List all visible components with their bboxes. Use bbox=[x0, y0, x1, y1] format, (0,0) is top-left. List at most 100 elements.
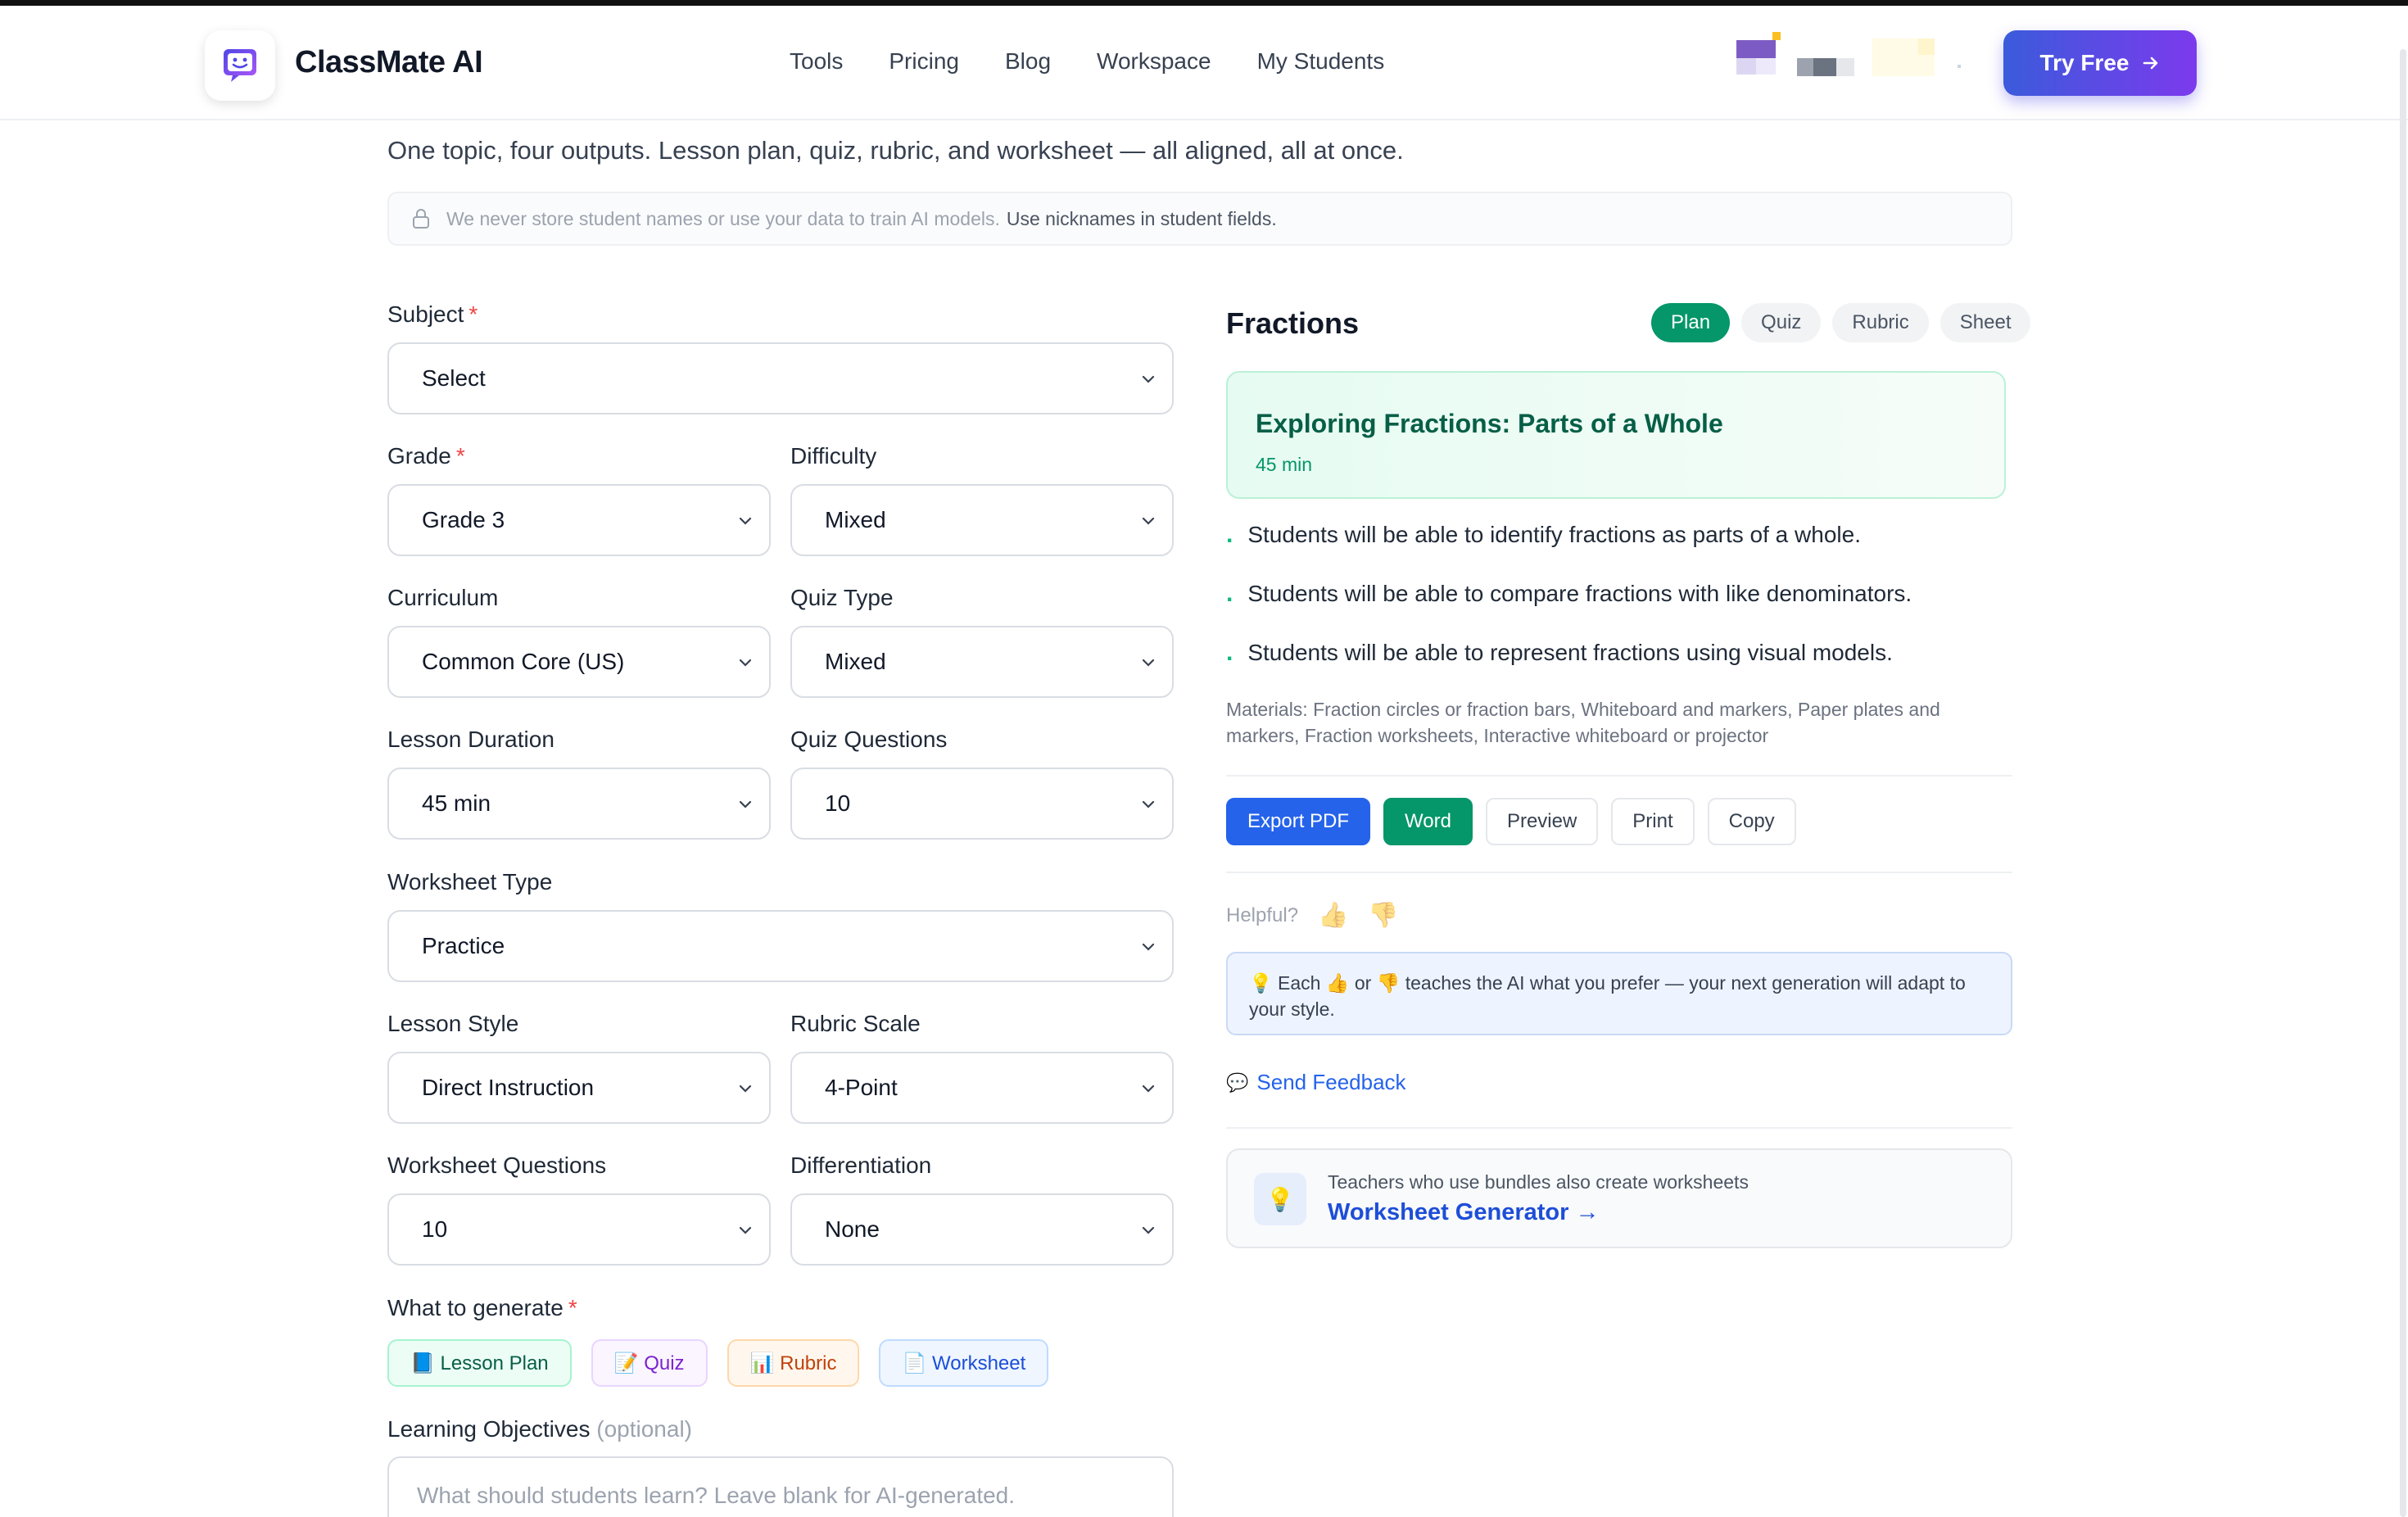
thumbs-down-icon[interactable]: 👎 bbox=[1368, 901, 1398, 930]
nav-blog[interactable]: Blog bbox=[1005, 48, 1051, 75]
chevron-down-icon bbox=[1142, 943, 1155, 951]
worksheet-type-label: Worksheet Type bbox=[387, 869, 553, 894]
lesson-plan-card: Exploring Fractions: Parts of a Whole 45… bbox=[1226, 371, 2006, 499]
preview-tabs: Plan Quiz Rubric Sheet bbox=[1651, 303, 2031, 342]
tab-sheet[interactable]: Sheet bbox=[1940, 303, 2031, 342]
lesson-duration-label: Lesson Duration bbox=[387, 727, 554, 752]
word-button[interactable]: Word bbox=[1383, 798, 1473, 845]
chevron-down-icon bbox=[1142, 517, 1155, 525]
curriculum-value: Common Core (US) bbox=[422, 649, 625, 674]
quiz-type-label: Quiz Type bbox=[790, 585, 894, 610]
promo-subtext: Teachers who use bundles also create wor… bbox=[1328, 1171, 1749, 1193]
rubric-scale-select[interactable]: 4-Point bbox=[790, 1052, 1174, 1124]
chip-rubric[interactable]: 📊 Rubric bbox=[726, 1339, 860, 1387]
rubric-scale-label: Rubric Scale bbox=[790, 1011, 921, 1036]
lesson-style-label: Lesson Style bbox=[387, 1011, 519, 1036]
quiz-type-select[interactable]: Mixed bbox=[790, 626, 1174, 698]
objective-item: . Students will be able to represent frac… bbox=[1226, 639, 1893, 666]
lesson-style-select[interactable]: Direct Instruction bbox=[387, 1052, 771, 1124]
brand-name[interactable]: ClassMate AI bbox=[295, 45, 483, 80]
chevron-down-icon bbox=[1142, 1085, 1155, 1093]
quiz-questions-value: 10 bbox=[825, 790, 851, 816]
worksheet-questions-select[interactable]: 10 bbox=[387, 1193, 771, 1266]
bullet-icon: . bbox=[1226, 580, 1233, 607]
objective-item: . Students will be able to identify fract… bbox=[1226, 521, 1861, 548]
lesson-duration-value: 45 min bbox=[422, 790, 491, 816]
differentiation-label: Differentiation bbox=[790, 1152, 932, 1178]
send-feedback-link[interactable]: 💬 Send Feedback bbox=[1226, 1070, 1406, 1095]
divider bbox=[1226, 775, 2012, 777]
speech-bubble-icon: 💬 bbox=[1226, 1071, 1249, 1093]
differentiation-value: None bbox=[825, 1216, 880, 1242]
privacy-text: We never store student names or use your… bbox=[446, 207, 1000, 229]
copy-button[interactable]: Copy bbox=[1707, 798, 1796, 845]
page-scrollbar[interactable] bbox=[2400, 49, 2406, 1517]
bullet-icon: . bbox=[1226, 639, 1233, 666]
page-subtitle: One topic, four outputs. Lesson plan, qu… bbox=[387, 136, 1404, 165]
chip-lesson-plan[interactable]: 📘 Lesson Plan bbox=[387, 1339, 572, 1387]
site-header: ClassMate AI Tools Pricing Blog Workspac… bbox=[0, 6, 2408, 120]
worksheet-questions-label: Worksheet Questions bbox=[387, 1152, 607, 1178]
worksheet-generator-link[interactable]: Worksheet Generator → bbox=[1328, 1199, 1599, 1226]
quiz-type-value: Mixed bbox=[825, 649, 886, 674]
rubric-scale-value: 4-Point bbox=[825, 1075, 898, 1100]
lightbulb-icon: 💡 bbox=[1254, 1173, 1306, 1225]
export-pdf-button[interactable]: Export PDF bbox=[1226, 798, 1371, 845]
chevron-down-icon bbox=[739, 1085, 752, 1093]
curriculum-label: Curriculum bbox=[387, 585, 499, 610]
worksheet-type-value: Practice bbox=[422, 933, 505, 958]
export-actions: Export PDF Word Preview Print Copy bbox=[1226, 798, 1796, 845]
grade-select[interactable]: Grade 3 bbox=[387, 484, 771, 556]
chip-worksheet[interactable]: 📄 Worksheet bbox=[879, 1339, 1049, 1387]
thumbs-up-icon[interactable]: 👍 bbox=[1318, 901, 1348, 930]
logo-icon[interactable] bbox=[205, 30, 275, 101]
grade-value: Grade 3 bbox=[422, 507, 505, 532]
subject-label: Subject * bbox=[387, 301, 478, 327]
objectives-input[interactable]: What should students learn? Leave blank … bbox=[387, 1456, 1174, 1517]
chevron-down-icon bbox=[739, 659, 752, 667]
print-button[interactable]: Print bbox=[1611, 798, 1695, 845]
generate-label: What to generate * bbox=[387, 1295, 577, 1320]
nav-my-students[interactable]: My Students bbox=[1257, 48, 1385, 75]
subject-value: Select bbox=[422, 365, 486, 391]
tab-quiz[interactable]: Quiz bbox=[1741, 303, 1822, 342]
differentiation-select[interactable]: None bbox=[790, 1193, 1174, 1266]
helpful-label: Helpful? bbox=[1226, 903, 1299, 926]
nav-tools[interactable]: Tools bbox=[790, 48, 843, 75]
preview-button[interactable]: Preview bbox=[1485, 798, 1599, 845]
try-free-label: Try Free bbox=[2039, 50, 2130, 75]
chevron-down-icon bbox=[739, 1226, 752, 1234]
chevron-down-icon bbox=[739, 800, 752, 808]
divider bbox=[1226, 872, 2012, 873]
objectives-label: Learning Objectives (optional) bbox=[387, 1416, 692, 1442]
lock-icon bbox=[413, 209, 429, 229]
difficulty-select[interactable]: Mixed bbox=[790, 484, 1174, 556]
materials-text: Materials: Fraction circles or fraction … bbox=[1226, 699, 1940, 746]
chevron-down-icon bbox=[739, 517, 752, 525]
generate-options: 📘 Lesson Plan 📝 Quiz 📊 Rubric 📄 Workshee… bbox=[387, 1339, 1049, 1387]
objective-item: . Students will be able to compare fracti… bbox=[1226, 580, 1912, 607]
curriculum-select[interactable]: Common Core (US) bbox=[387, 626, 771, 698]
lesson-duration-select[interactable]: 45 min bbox=[387, 768, 771, 840]
nav-workspace[interactable]: Workspace bbox=[1097, 48, 1211, 75]
privacy-emphasis: Use nicknames in student fields. bbox=[1006, 207, 1277, 229]
quiz-questions-label: Quiz Questions bbox=[790, 727, 948, 752]
subject-select[interactable]: Select bbox=[387, 342, 1174, 414]
nav-pricing[interactable]: Pricing bbox=[889, 48, 959, 75]
chevron-down-icon bbox=[1142, 375, 1155, 383]
worksheet-promo-card[interactable]: 💡 Teachers who use bundles also create w… bbox=[1226, 1148, 2012, 1248]
chip-quiz[interactable]: 📝 Quiz bbox=[591, 1339, 708, 1387]
feedback-tip: 💡 Each 👍 or 👎 teaches the AI what you pr… bbox=[1226, 952, 2012, 1035]
worksheet-type-select[interactable]: Practice bbox=[387, 910, 1174, 982]
arrow-right-icon bbox=[2143, 57, 2158, 70]
helpful-row: Helpful? 👍 👎 bbox=[1226, 901, 1399, 930]
try-free-button[interactable]: Try Free bbox=[2003, 30, 2197, 96]
quiz-questions-select[interactable]: 10 bbox=[790, 768, 1174, 840]
difficulty-value: Mixed bbox=[825, 507, 886, 532]
tab-rubric[interactable]: Rubric bbox=[1832, 303, 1929, 342]
tab-plan[interactable]: Plan bbox=[1651, 303, 1731, 342]
lesson-plan-duration: 45 min bbox=[1256, 454, 1313, 475]
main-nav: Tools Pricing Blog Workspace My Students bbox=[790, 48, 1430, 75]
lesson-plan-title: Exploring Fractions: Parts of a Whole bbox=[1256, 409, 1723, 438]
bullet-icon: . bbox=[1226, 521, 1233, 548]
